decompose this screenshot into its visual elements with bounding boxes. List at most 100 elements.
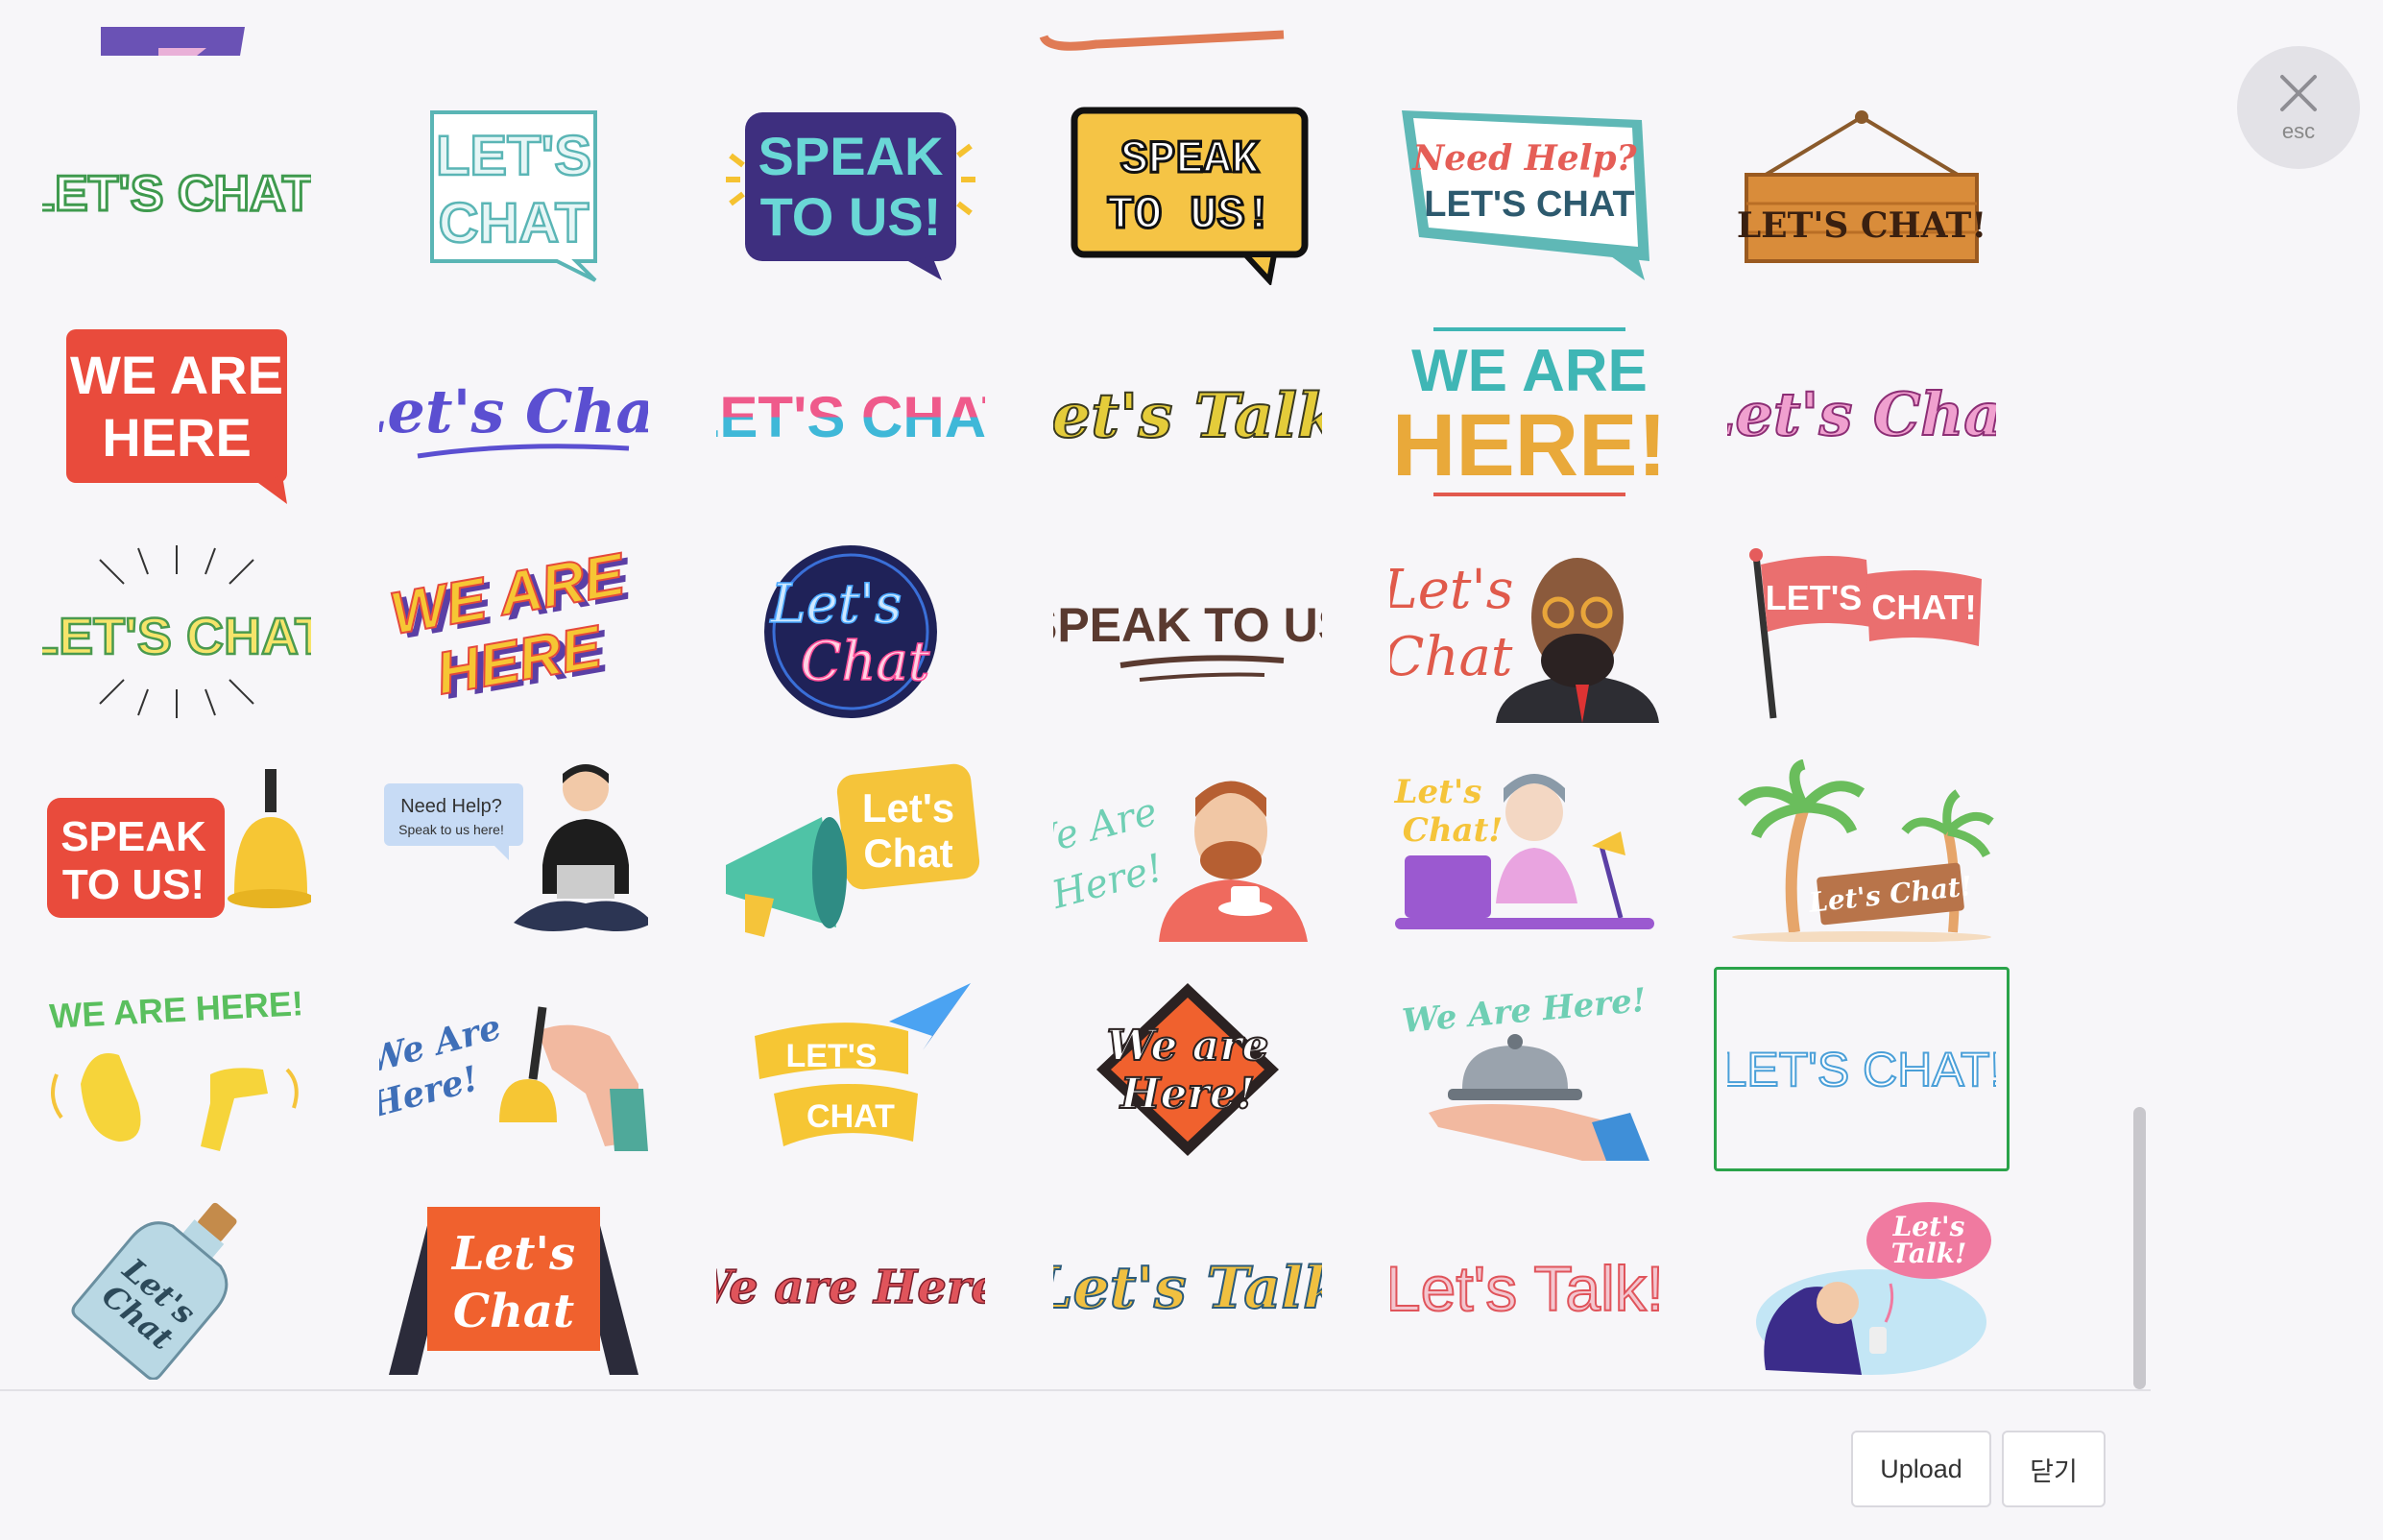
sticker-label-1: LET'S	[786, 1038, 878, 1074]
sticker-lets-chat-plane[interactable]: LET'S CHAT	[703, 967, 999, 1171]
sticker-label-2: HERE	[102, 407, 252, 468]
sticker-label-2: Talk!	[1891, 1238, 1967, 1269]
sticker-lets-chat-neon[interactable]: Let's Chat	[703, 529, 999, 734]
sticker-art: Let's Chat	[1390, 557, 1659, 723]
sticker-lets-chat-palm[interactable]: Let's Chat!	[1714, 748, 2010, 952]
sticker-label-2: CHAT	[439, 192, 590, 254]
sticker-label: LET'S CHAT!	[1737, 205, 1986, 246]
sticker-lets-chat-bottle[interactable]: Let's Chat	[29, 1186, 325, 1389]
sticker-lets-chat-megaphone[interactable]: Let's Chat	[703, 748, 999, 952]
sticker-label-1: SPEAK	[1120, 134, 1259, 186]
scrollbar-thumb[interactable]	[2133, 1107, 2146, 1389]
sticker-partial-2[interactable]	[1039, 27, 1288, 56]
sticker-art: Let's Chat	[726, 763, 980, 937]
sticker-label-2: Here!	[1119, 1070, 1255, 1119]
sticker-need-help-laptop[interactable]: Need Help? Speak to us here!	[366, 748, 662, 952]
sticker-art: SPEAK TO US!	[1071, 107, 1309, 285]
sticker-art: LET'S CHAT!	[1749, 547, 1982, 718]
sticker-art: LET'S CHAT	[42, 544, 311, 718]
sticker-art: LET'S CHAT	[755, 982, 971, 1146]
sticker-art: We Are Here!	[1401, 980, 1649, 1161]
sticker-we-are-here-multicolor[interactable]: WE ARE HERE!	[1377, 310, 1673, 515]
sticker-lets-chat-wood[interactable]: LET'S CHAT!	[1714, 91, 2010, 296]
sticker-art: Let's Chat	[1727, 378, 1996, 450]
sticker-we-are-here-hands[interactable]: WE ARE HERE!	[29, 967, 325, 1171]
sticker-label-2: CHAT!	[1871, 588, 1976, 627]
sticker-art: Let's Talk!	[1390, 1252, 1659, 1325]
upload-button[interactable]: Upload	[1851, 1431, 1991, 1507]
sticker-label-2: Chat	[1390, 626, 1513, 688]
sticker-art: WE ARE HERE!	[48, 983, 304, 1151]
sticker-art: Let's Talk!	[1756, 1201, 1991, 1375]
close-button[interactable]: 닫기	[2002, 1431, 2106, 1507]
sticker-label-2: TO US!	[760, 186, 942, 247]
sticker-label: We Are Here!	[1401, 980, 1648, 1040]
sticker-lets-chat-outlined[interactable]: LET'S CHAT!	[29, 91, 325, 296]
sticker-art: LET'S CHAT	[430, 109, 597, 282]
sticker-art: Let's Chat!	[1732, 758, 1994, 942]
sticker-lets-chat-gradient[interactable]: LET'S CHAT	[703, 310, 999, 515]
sticker-label-2: Chat	[801, 631, 930, 693]
sticker-lets-chat-burst[interactable]: LET'S CHAT	[29, 529, 325, 734]
sticker-label-1: Let's	[862, 785, 954, 830]
sticker-we-are-here-handbell[interactable]: We Are Here!	[366, 967, 662, 1171]
sticker-label: LET'S CHAT!	[1727, 1043, 1996, 1096]
sticker-speak-to-us-bell[interactable]: SPEAK TO US!	[29, 748, 325, 952]
sticker-art: WE ARE HERE	[66, 328, 287, 504]
sticker-partial-1[interactable]	[101, 27, 245, 56]
sticker-we-are-here-red-script[interactable]: We are Here!	[703, 1186, 999, 1389]
sticker-we-are-here-diamond[interactable]: We are Here!	[1040, 967, 1336, 1171]
sticker-we-are-here-service-bell[interactable]: We Are Here!	[1377, 967, 1673, 1171]
sticker-label-1: Let's	[770, 573, 903, 636]
sticker-art: Need Help? Speak to us here!	[384, 763, 648, 931]
sticker-label: Let's Talk	[1053, 1255, 1322, 1322]
sticker-lets-chat-man[interactable]: Let's Chat	[1377, 529, 1673, 734]
sticker-label: Let's Chat	[379, 376, 648, 446]
sticker-lets-talk-woman[interactable]: Let's Talk!	[1714, 1186, 2010, 1389]
sticker-label: Let's Talk!	[1390, 1253, 1659, 1324]
sticker-label-1: WE ARE	[70, 345, 283, 405]
sticker-art: We are Here!	[716, 1260, 985, 1315]
sticker-speak-to-us-pixel[interactable]: SPEAK TO US!	[1040, 91, 1336, 296]
sticker-speak-to-us-navy[interactable]: SPEAK TO US!	[703, 91, 999, 296]
sticker-label: WE ARE HERE!	[48, 983, 303, 1036]
sticker-label-1: Let's	[450, 1227, 575, 1281]
sticker-label-2: Chat!	[1403, 811, 1503, 850]
sticker-art: SPEAK TO US!	[47, 768, 311, 918]
sticker-art: Need Help? LET'S CHAT	[1402, 109, 1649, 280]
sticker-lets-chat-speech[interactable]: LET'S CHAT	[366, 91, 662, 296]
sticker-art: SPEAK TO US	[1053, 598, 1322, 682]
sticker-lets-talk-striped[interactable]: Let's Talk!	[1377, 1186, 1673, 1389]
sticker-label: LET'S CHAT	[716, 385, 985, 449]
sticker-label-2: LET'S CHAT	[1424, 184, 1634, 225]
sticker-art: LET'S CHAT!	[42, 164, 311, 223]
sticker-lets-talk-gold[interactable]: Let's Talk	[1040, 1186, 1336, 1389]
close-icon	[2280, 75, 2317, 111]
sticker-art: Let's Chat	[389, 1206, 638, 1375]
sticker-we-are-here-red[interactable]: WE ARE HERE	[29, 310, 325, 515]
sticker-lets-chat-blue-script[interactable]: Let's Chat	[366, 310, 662, 515]
sticker-label-1: Need Help?	[1411, 138, 1637, 179]
sticker-lets-chat-a-frame[interactable]: Let's Chat	[366, 1186, 662, 1389]
sticker-label: SPEAK TO US	[1053, 598, 1322, 652]
sticker-art: Let's Chat!	[1394, 773, 1654, 929]
sticker-need-help-teal[interactable]: Need Help? LET'S CHAT	[1377, 91, 1673, 296]
sticker-grid: LET'S CHAT! LET'S CHAT SPEAK TO US!	[29, 91, 2010, 1389]
sticker-lets-chat-desk[interactable]: Let's Chat!	[1377, 748, 1673, 952]
esc-close-button[interactable]: esc	[2237, 46, 2360, 169]
sticker-label-1: WE ARE	[1411, 338, 1648, 404]
sticker-art: SPEAK TO US!	[726, 111, 975, 280]
sticker-art: WE ARE WE ARE HERE HERE	[384, 541, 638, 712]
sticker-lets-chat-pink-script[interactable]: Let's Chat	[1714, 310, 2010, 515]
sticker-label-1: Need Help?	[400, 796, 502, 817]
sticker-label-1: LET'S	[436, 125, 591, 187]
sticker-label-1: SPEAK	[758, 126, 944, 186]
sticker-label-1: We are	[1107, 1022, 1269, 1071]
sticker-lets-chat-thin-outline[interactable]: LET'S CHAT!	[1714, 967, 2010, 1171]
sticker-lets-talk-yellow[interactable]: Let's Talk!	[1040, 310, 1336, 515]
sticker-lets-chat-flag[interactable]: LET'S CHAT!	[1714, 529, 2010, 734]
sticker-speak-to-us-brush[interactable]: SPEAK TO US	[1040, 529, 1336, 734]
sticker-art: Let's Talk	[1053, 1254, 1322, 1323]
sticker-we-are-here-tea[interactable]: We Are Here!	[1040, 748, 1336, 952]
sticker-we-are-here-3d[interactable]: WE ARE WE ARE HERE HERE	[366, 529, 662, 734]
